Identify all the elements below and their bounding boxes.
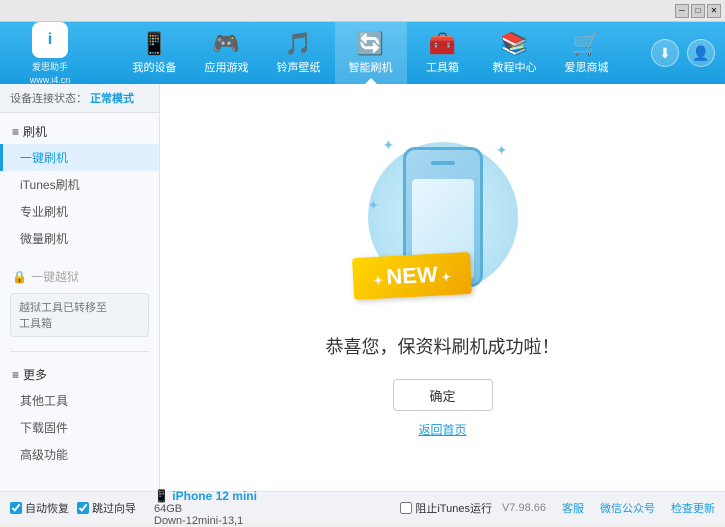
my-device-icon: 📱 <box>141 31 168 57</box>
itunes-stop-area: 阻止iTunes运行 <box>400 500 492 516</box>
mall-icon: 🛒 <box>573 31 600 57</box>
ringtone-label: 铃声壁纸 <box>277 59 321 75</box>
logo-name: 爱思助手 <box>32 60 68 73</box>
mall-label: 爱思商城 <box>565 59 609 75</box>
flash-section-icon: ≡ <box>12 125 19 139</box>
phone-speaker <box>431 161 455 165</box>
more-section-header: ≡ 更多 <box>0 362 159 387</box>
logo-url: www.i4.cn <box>30 75 71 85</box>
minimize-button[interactable]: ─ <box>675 4 689 18</box>
sidebar-item-itunes-flash[interactable]: iTunes刷机 <box>0 171 159 198</box>
my-device-label: 我的设备 <box>133 59 177 75</box>
sparkle-2: ✦ <box>496 142 508 159</box>
nav-mall[interactable]: 🛒 爱思商城 <box>551 22 623 84</box>
auto-restore-checkbox[interactable] <box>10 502 22 514</box>
sidebar-item-pro-flash[interactable]: 专业刷机 <box>0 198 159 225</box>
stop-itunes-label: 阻止iTunes运行 <box>415 500 492 516</box>
main-area: 设备连接状态： 正常模式 ≡ 刷机 一键刷机 iTunes刷机 专业刷机 微量刷… <box>0 84 725 491</box>
device-capacity: 64GB <box>154 503 257 515</box>
nav-toolbox[interactable]: 🧰 工具箱 <box>407 22 479 84</box>
nav-right: ⬇ 👤 <box>651 39 715 67</box>
window-controls: ─ □ ✕ <box>675 4 721 18</box>
logo-icon: i <box>32 22 68 58</box>
new-banner: NEW <box>351 252 471 300</box>
skip-wizard-label: 跳过向导 <box>92 500 136 516</box>
flash-section-label: 刷机 <box>23 123 47 140</box>
close-button[interactable]: ✕ <box>707 4 721 18</box>
sidebar: 设备连接状态： 正常模式 ≡ 刷机 一键刷机 iTunes刷机 专业刷机 微量刷… <box>0 84 160 491</box>
more-section-label: 更多 <box>23 366 47 383</box>
nav-ringtone[interactable]: 🎵 铃声壁纸 <box>263 22 335 84</box>
sidebar-item-micro-flash[interactable]: 微量刷机 <box>0 225 159 252</box>
sidebar-item-onekey-flash[interactable]: 一键刷机 <box>0 144 159 171</box>
status-bar: 自动恢复 跳过向导 📱 iPhone 12 mini 64GB Down-12m… <box>0 491 725 523</box>
jailbreak-header: 🔒 一键越狱 <box>0 264 159 289</box>
main-content: NEW ✦ ✦ ✦ 恭喜您，保资料刷机成功啦！ 确定 返回首页 <box>160 84 725 491</box>
tutorial-label: 教程中心 <box>493 59 537 75</box>
device-status-label: 设备连接状态： <box>10 93 87 105</box>
status-bar-right: V7.98.66 客服 微信公众号 检查更新 <box>502 500 715 516</box>
title-bar: ─ □ ✕ <box>0 0 725 22</box>
device-info: 📱 iPhone 12 mini 64GB Down-12mini-13,1 <box>154 489 257 527</box>
nav-smart-flash[interactable]: 🔄 智能刷机 <box>335 22 407 84</box>
toolbox-label: 工具箱 <box>426 59 459 75</box>
device-status: 设备连接状态： 正常模式 <box>0 84 159 113</box>
nav-items: 📱 我的设备 🎮 应用游戏 🎵 铃声壁纸 🔄 智能刷机 🧰 工具箱 📚 教程中心… <box>90 22 651 84</box>
sidebar-item-download-firmware[interactable]: 下载固件 <box>0 414 159 441</box>
jailbreak-section: 🔒 一键越狱 越狱工具已转移至 工具箱 <box>0 258 159 347</box>
smart-flash-label: 智能刷机 <box>349 59 393 75</box>
success-text: 恭喜您，保资料刷机成功啦！ <box>326 333 560 359</box>
app-game-icon: 🎮 <box>213 31 240 57</box>
auto-restore-checkbox-item: 自动恢复 <box>10 500 69 516</box>
nav-app-game[interactable]: 🎮 应用游戏 <box>191 22 263 84</box>
skip-wizard-checkbox-item: 跳过向导 <box>77 500 136 516</box>
version-text: V7.98.66 <box>502 502 546 514</box>
more-section: ≡ 更多 其他工具 下载固件 高级功能 <box>0 356 159 474</box>
user-button[interactable]: 👤 <box>687 39 715 67</box>
flash-section: ≡ 刷机 一键刷机 iTunes刷机 专业刷机 微量刷机 <box>0 113 159 258</box>
ringtone-icon: 🎵 <box>285 31 312 57</box>
download-button[interactable]: ⬇ <box>651 39 679 67</box>
more-section-icon: ≡ <box>12 368 19 382</box>
sparkle-1: ✦ <box>383 137 395 154</box>
tutorial-icon: 📚 <box>501 31 528 57</box>
header: i 爱思助手 www.i4.cn 📱 我的设备 🎮 应用游戏 🎵 铃声壁纸 🔄 … <box>0 22 725 84</box>
jailbreak-notice-line2: 工具箱 <box>19 315 140 331</box>
lock-icon: 🔒 <box>12 270 27 284</box>
back-home-link[interactable]: 返回首页 <box>418 421 466 438</box>
flash-section-header: ≡ 刷机 <box>0 119 159 144</box>
device-name-text: iPhone 12 mini <box>172 489 257 503</box>
confirm-button[interactable]: 确定 <box>393 379 493 411</box>
device-name: 📱 iPhone 12 mini <box>154 489 257 503</box>
sidebar-item-other-tools[interactable]: 其他工具 <box>0 387 159 414</box>
success-illustration: NEW ✦ ✦ ✦ <box>363 137 523 317</box>
app-game-label: 应用游戏 <box>205 59 249 75</box>
auto-restore-label: 自动恢复 <box>25 500 69 516</box>
toolbox-icon: 🧰 <box>429 31 456 57</box>
jailbreak-notice: 越狱工具已转移至 工具箱 <box>10 293 149 337</box>
logo-area: i 爱思助手 www.i4.cn <box>10 22 90 85</box>
sidebar-item-advanced[interactable]: 高级功能 <box>0 441 159 468</box>
stop-itunes-checkbox[interactable] <box>400 502 412 514</box>
device-status-value: 正常模式 <box>90 93 134 105</box>
skip-wizard-checkbox[interactable] <box>77 502 89 514</box>
phone-small-icon: 📱 <box>154 489 172 503</box>
jailbreak-notice-line1: 越狱工具已转移至 <box>19 299 140 315</box>
sidebar-divider <box>10 351 149 352</box>
jailbreak-label: 一键越狱 <box>31 268 79 285</box>
maximize-button[interactable]: □ <box>691 4 705 18</box>
sparkle-3: ✦ <box>368 197 380 214</box>
wechat-link[interactable]: 微信公众号 <box>600 500 655 516</box>
logo-symbol: i <box>48 31 52 49</box>
check-update-link[interactable]: 检查更新 <box>671 500 715 516</box>
smart-flash-icon: 🔄 <box>357 31 384 57</box>
service-link[interactable]: 客服 <box>562 500 584 516</box>
nav-my-device[interactable]: 📱 我的设备 <box>119 22 191 84</box>
device-version: Down-12mini-13,1 <box>154 515 257 527</box>
status-bar-left: 自动恢复 跳过向导 📱 iPhone 12 mini 64GB Down-12m… <box>10 489 390 527</box>
nav-tutorial[interactable]: 📚 教程中心 <box>479 22 551 84</box>
